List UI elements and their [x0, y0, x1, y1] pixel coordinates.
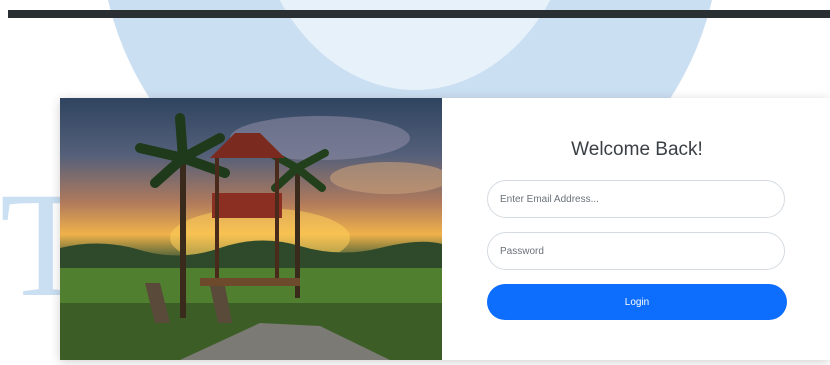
login-card: Welcome Back! Login — [60, 98, 830, 360]
top-bar — [8, 10, 830, 18]
login-form: Welcome Back! Login — [442, 98, 830, 360]
page-title: Welcome Back! — [571, 139, 703, 160]
email-field[interactable] — [487, 180, 785, 218]
password-field[interactable] — [487, 232, 785, 270]
hero-image — [60, 98, 442, 360]
sunset-gazebo-illustration — [60, 113, 442, 360]
login-button[interactable]: Login — [487, 284, 787, 320]
